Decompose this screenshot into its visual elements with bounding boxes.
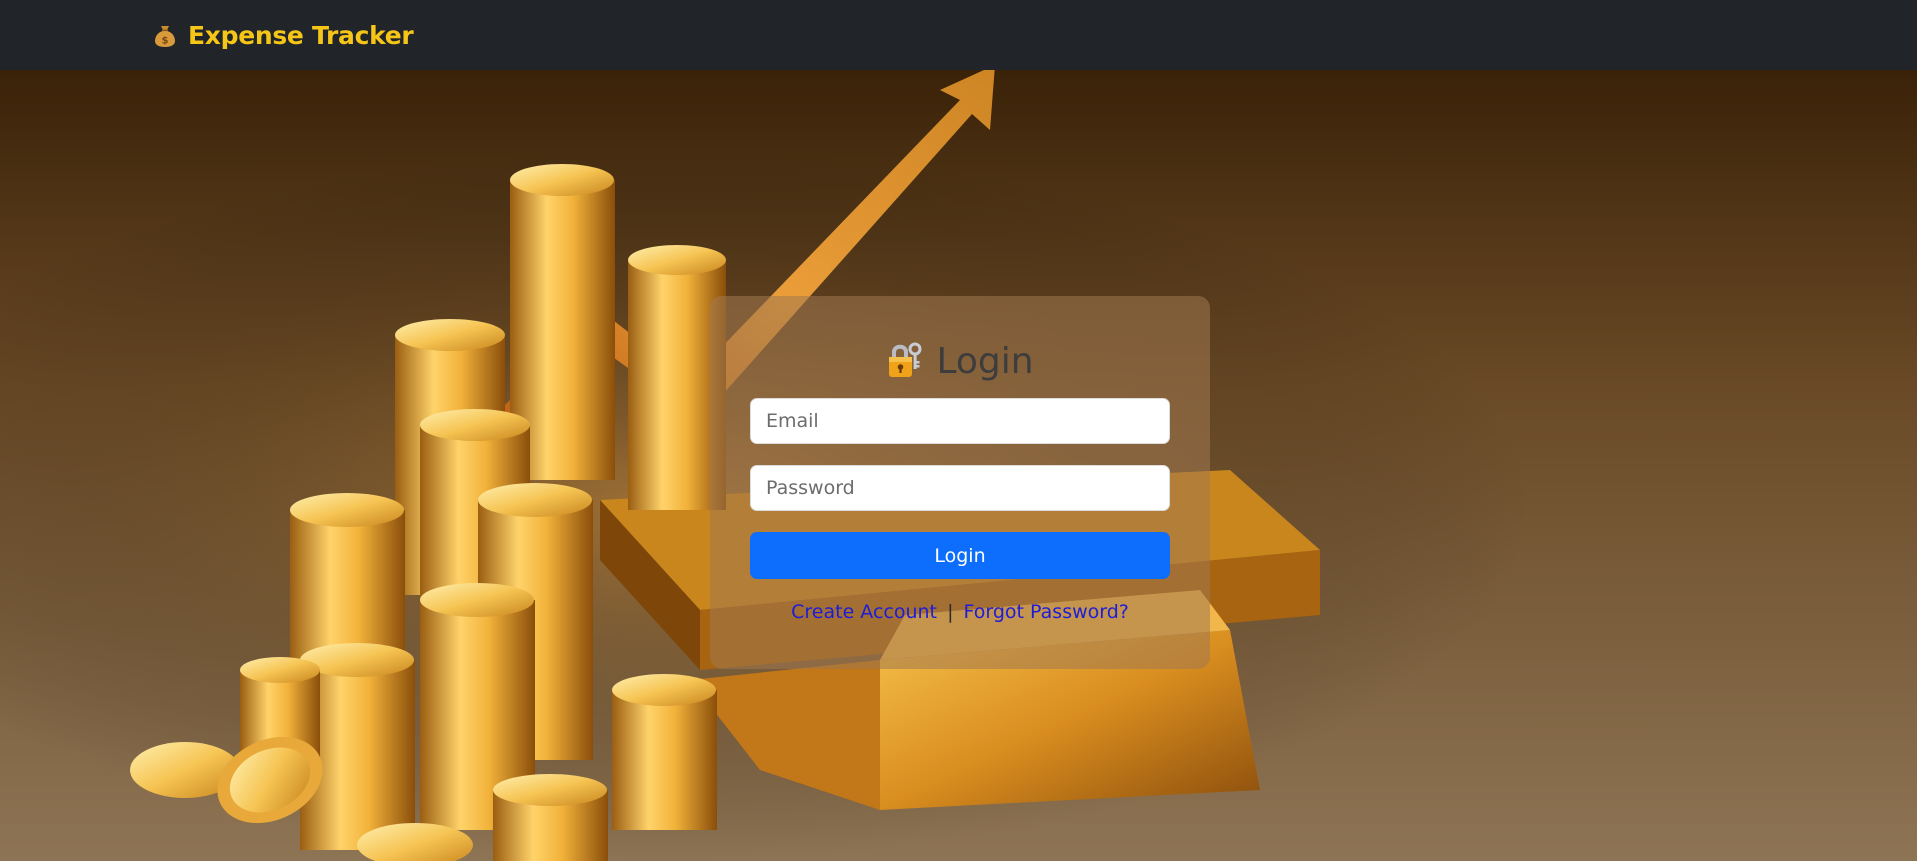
create-account-link[interactable]: Create Account — [791, 601, 937, 623]
login-card: Login Login Create Account | Forgot Pass… — [710, 296, 1210, 669]
brand-title: Expense Tracker — [188, 20, 414, 50]
svg-text:$: $ — [162, 36, 169, 47]
password-input[interactable] — [750, 465, 1170, 511]
login-title: Login — [936, 340, 1034, 382]
email-input[interactable] — [750, 398, 1170, 444]
login-heading: Login — [710, 336, 1210, 386]
links-separator: | — [947, 601, 954, 623]
money-bag-icon: $ — [152, 22, 178, 48]
login-page: $ Expense Tracker Login Email Login Crea… — [0, 0, 1917, 861]
account-links: Create Account | Forgot Password? — [710, 601, 1210, 623]
forgot-password-link[interactable]: Forgot Password? — [964, 601, 1129, 623]
lock-with-key-icon — [886, 341, 922, 381]
brand-link[interactable]: $ Expense Tracker — [152, 0, 414, 70]
top-navbar: $ Expense Tracker — [0, 0, 1917, 70]
login-button[interactable]: Login — [750, 532, 1170, 579]
